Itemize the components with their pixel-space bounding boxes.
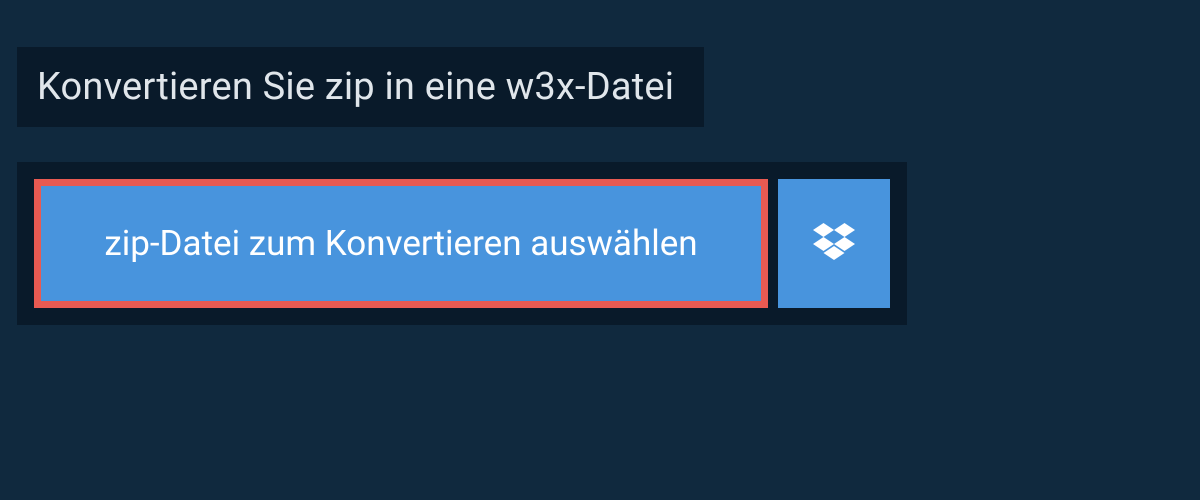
select-file-button[interactable]: zip-Datei zum Konvertieren auswählen: [34, 179, 768, 308]
upload-panel: zip-Datei zum Konvertieren auswählen: [17, 162, 907, 325]
page-title: Konvertieren Sie zip in eine w3x-Datei: [37, 65, 674, 109]
dropbox-button[interactable]: [778, 179, 890, 308]
title-bar: Konvertieren Sie zip in eine w3x-Datei: [17, 47, 704, 127]
select-file-label: zip-Datei zum Konvertieren auswählen: [104, 223, 697, 264]
dropbox-icon: [813, 223, 855, 265]
